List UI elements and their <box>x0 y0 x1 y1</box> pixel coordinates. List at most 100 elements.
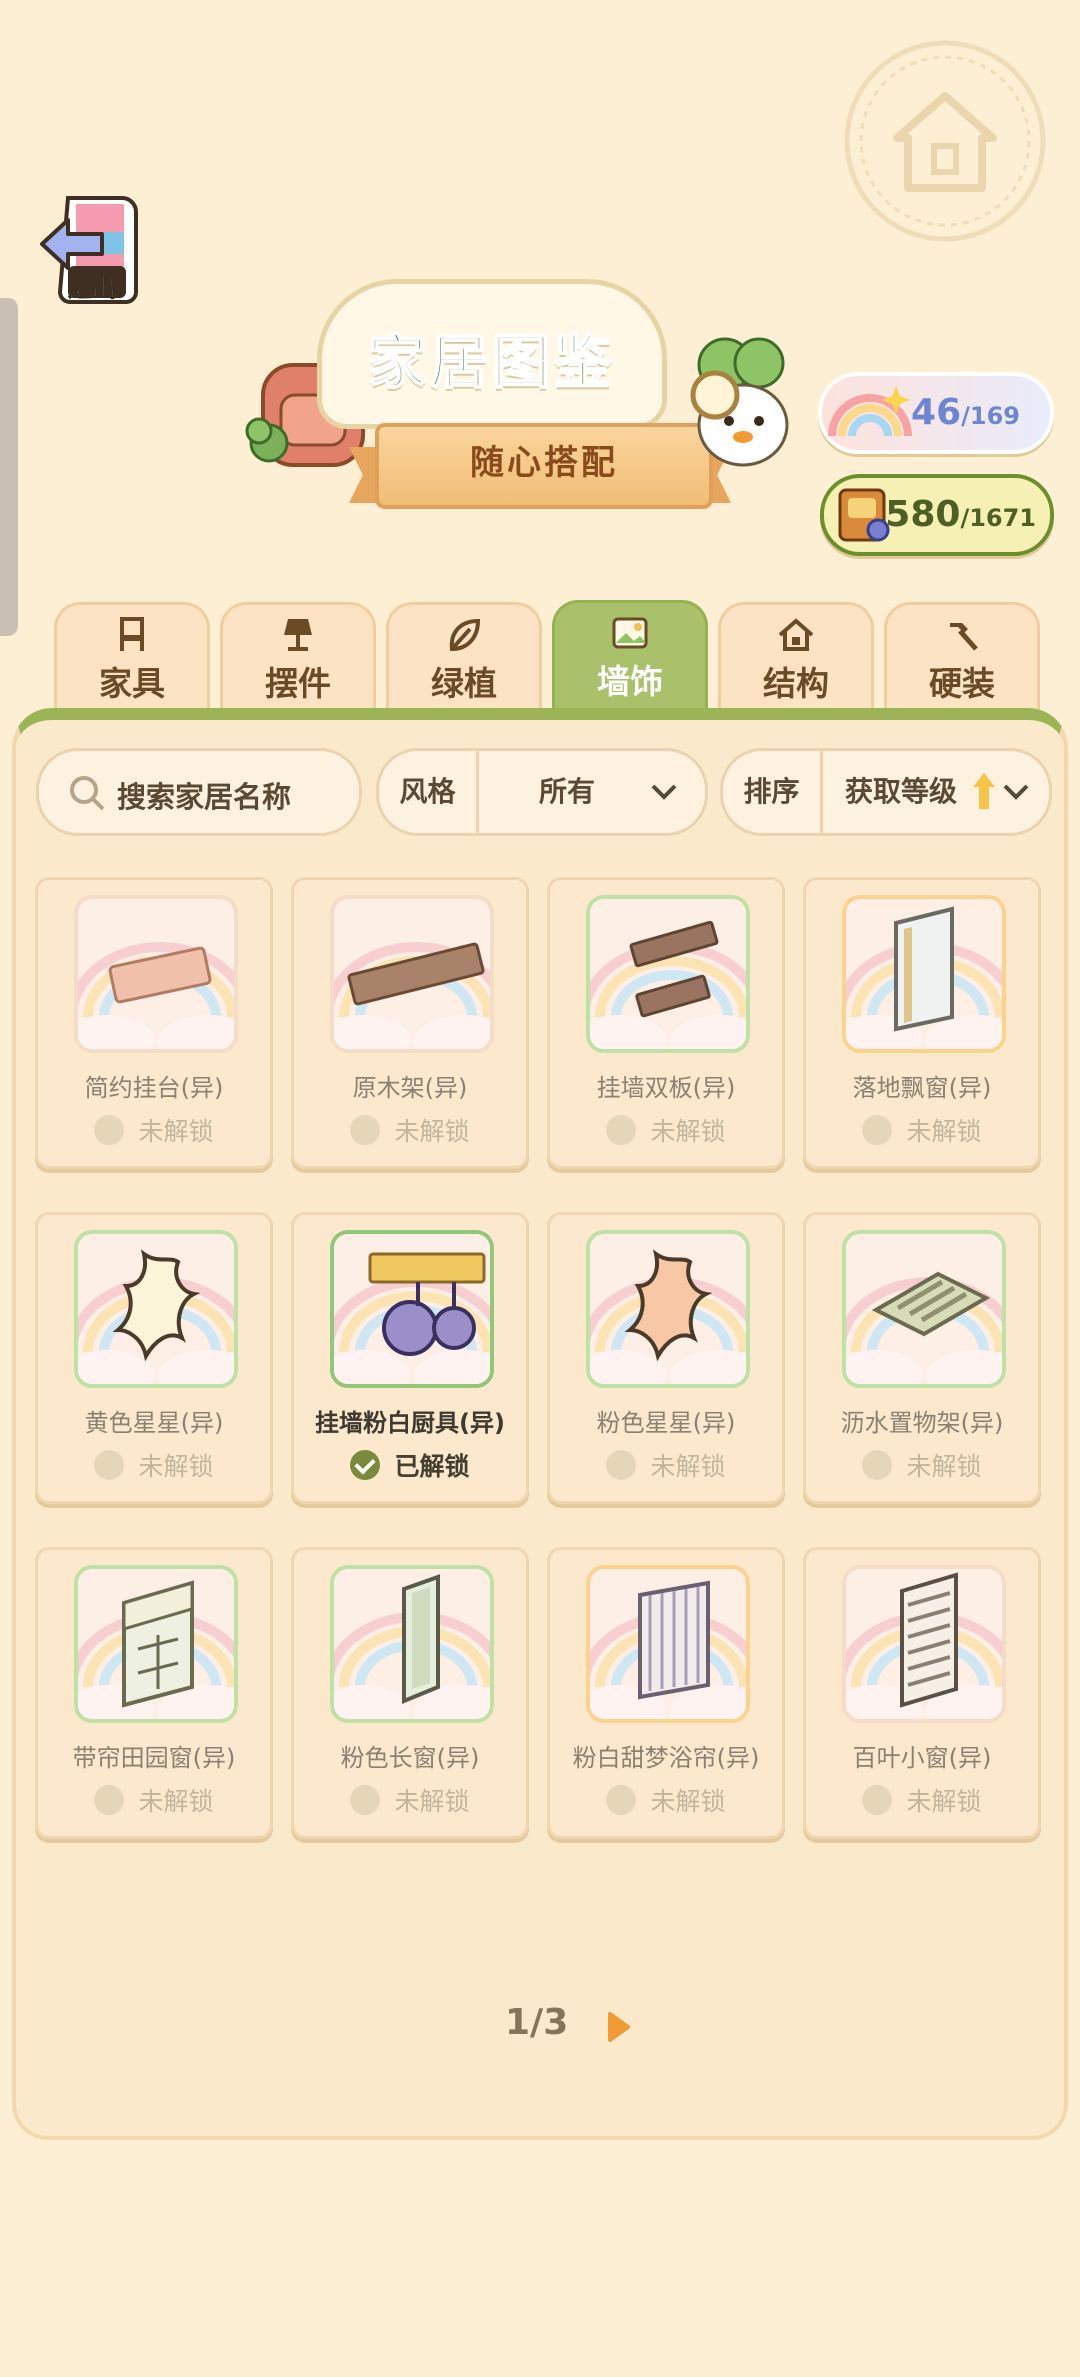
item-card[interactable]: 粉白甜梦浴帘(异) 未解锁 <box>547 1547 785 1839</box>
item-thumbnail <box>74 1230 238 1388</box>
style-filter-value: 所有 <box>539 775 596 808</box>
item-status: 未解锁 <box>806 1112 1038 1148</box>
item-status: 未解锁 <box>294 1782 526 1818</box>
item-name: 原木架(异) <box>352 1074 468 1102</box>
item-status-text: 未解锁 <box>906 1787 982 1816</box>
tab-label: 绿植 <box>431 664 497 703</box>
item-status: 未解锁 <box>294 1112 526 1148</box>
lock-dot-icon <box>862 1450 893 1480</box>
lock-dot-icon <box>94 1785 125 1815</box>
exit-button[interactable]: 退出 <box>38 192 146 308</box>
item-thumbnail <box>842 895 1006 1053</box>
lock-dot-icon <box>606 1450 637 1480</box>
item-name: 挂墙粉白厨具(异) <box>315 1409 505 1437</box>
rainbow-count-value: 46 <box>911 392 962 433</box>
item-card[interactable]: 简约挂台(异) 未解锁 <box>35 877 273 1169</box>
lock-dot-icon <box>862 1785 893 1815</box>
item-thumbnail <box>74 895 238 1053</box>
home-stamp-icon[interactable] <box>842 38 1048 244</box>
item-card[interactable]: 粉色长窗(异) 未解锁 <box>291 1547 529 1839</box>
item-card[interactable]: 黄色星星(异) 未解锁 <box>35 1212 273 1504</box>
sort-dropdown[interactable]: 排序 获取等级 <box>720 748 1052 836</box>
item-status-text: 未解锁 <box>394 1117 470 1146</box>
item-name: 粉色长窗(异) <box>340 1744 480 1772</box>
tab-wall-decor[interactable]: 墙饰 <box>552 600 708 715</box>
curtain-window-icon <box>78 1569 234 1719</box>
wood-shelf-icon <box>334 899 490 1049</box>
long-window-icon <box>334 1569 490 1719</box>
bay-window-icon <box>846 899 1002 1049</box>
item-name: 黄色星星(异) <box>84 1409 224 1437</box>
tab-hard-decor[interactable]: 硬装 <box>884 602 1040 713</box>
item-card[interactable]: 带帘田园窗(异) 未解锁 <box>35 1547 273 1839</box>
item-status-text: 已解锁 <box>394 1452 470 1481</box>
tab-plants[interactable]: 绿植 <box>386 602 542 713</box>
item-thumbnail <box>330 1565 494 1723</box>
tab-label: 墙饰 <box>597 662 663 701</box>
item-status: 未解锁 <box>550 1782 782 1818</box>
sort-label: 排序 <box>723 751 823 833</box>
item-card[interactable]: 挂墙粉白厨具(异) 已解锁 <box>291 1212 529 1504</box>
sort-ascending-arrow-icon <box>973 773 995 809</box>
item-name: 百叶小窗(异) <box>852 1744 992 1772</box>
item-name: 挂墙双板(异) <box>596 1074 736 1102</box>
lock-dot-icon <box>350 1115 381 1145</box>
lock-dot-icon <box>94 1450 125 1480</box>
book-counter: 580/1671 <box>820 474 1054 556</box>
lock-dot-icon <box>94 1115 125 1145</box>
side-drag-handle[interactable] <box>0 298 18 636</box>
item-thumbnail <box>586 895 750 1053</box>
page-indicator: 1/3 <box>505 2002 569 2043</box>
kitchenware-icon <box>334 1234 490 1384</box>
tab-label: 结构 <box>763 664 829 703</box>
tab-label: 摆件 <box>265 664 331 703</box>
item-status: 已解锁 <box>294 1447 526 1483</box>
item-card[interactable]: 粉色星星(异) 未解锁 <box>547 1212 785 1504</box>
search-placeholder: 搜索家居名称 <box>117 780 292 814</box>
item-status: 未解锁 <box>806 1447 1038 1483</box>
rainbow-count: 46/169 <box>911 392 1020 433</box>
shower-curtain-icon <box>590 1569 746 1719</box>
item-card[interactable]: 原木架(异) 未解锁 <box>291 877 529 1169</box>
title-banner: 家居图鉴 随心搭配 <box>245 275 789 535</box>
item-card[interactable]: 落地飘窗(异) 未解锁 <box>803 877 1041 1169</box>
item-thumbnail <box>586 1565 750 1723</box>
item-card[interactable]: 百叶小窗(异) 未解锁 <box>803 1547 1041 1839</box>
style-filter-dropdown[interactable]: 风格 所有 <box>376 748 708 836</box>
item-status-text: 未解锁 <box>138 1452 214 1481</box>
item-card[interactable]: 挂墙双板(异) 未解锁 <box>547 877 785 1169</box>
lamp-icon <box>284 619 312 651</box>
leaf-icon <box>449 618 481 652</box>
drain-rack-icon <box>846 1234 1002 1384</box>
pink-star-icon <box>590 1234 746 1384</box>
tab-structure[interactable]: 结构 <box>718 602 874 713</box>
double-board-icon <box>590 899 746 1049</box>
item-status-text: 未解锁 <box>138 1117 214 1146</box>
item-status: 未解锁 <box>38 1112 270 1148</box>
item-thumbnail <box>842 1565 1006 1723</box>
lock-dot-icon <box>350 1785 381 1815</box>
item-name: 带帘田园窗(异) <box>72 1744 236 1772</box>
lock-dot-icon <box>862 1115 893 1145</box>
item-name: 粉色星星(异) <box>596 1409 736 1437</box>
tab-ornaments[interactable]: 摆件 <box>220 602 376 713</box>
chair-icon <box>120 617 144 651</box>
item-thumbnail <box>842 1230 1006 1388</box>
search-input[interactable]: 搜索家居名称 <box>36 748 362 836</box>
exit-label: 退出 <box>68 274 117 303</box>
tab-furniture[interactable]: 家具 <box>54 602 210 713</box>
next-page-arrow-icon[interactable] <box>606 2010 634 2044</box>
picture-icon <box>612 617 648 649</box>
rainbow-icon <box>828 386 912 437</box>
item-card[interactable]: 沥水置物架(异) 未解锁 <box>803 1212 1041 1504</box>
item-status: 未解锁 <box>38 1447 270 1483</box>
item-status: 未解锁 <box>806 1782 1038 1818</box>
chevron-down-icon <box>651 784 677 800</box>
item-status-text: 未解锁 <box>650 1117 726 1146</box>
item-status-text: 未解锁 <box>906 1117 982 1146</box>
item-status: 未解锁 <box>38 1782 270 1818</box>
page-subtitle: 随心搭配 <box>470 443 618 483</box>
style-filter-label: 风格 <box>379 751 479 833</box>
item-status-text: 未解锁 <box>650 1452 726 1481</box>
hammer-icon <box>950 623 978 651</box>
